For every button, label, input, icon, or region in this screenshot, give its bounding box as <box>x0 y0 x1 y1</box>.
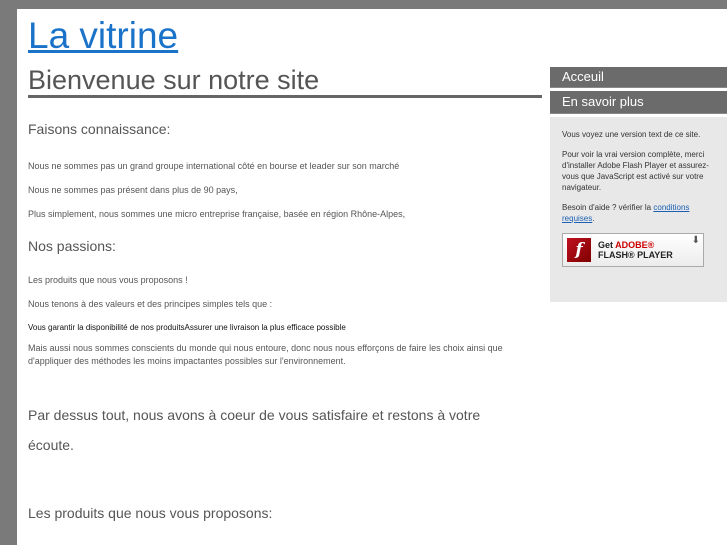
flash-player-text: FLASH® PLAYER <box>598 250 673 260</box>
help-prefix: Besoin d'aide ? vérifier la <box>562 203 652 212</box>
title-divider <box>28 95 542 98</box>
info-text-help: Besoin d'aide ? vérifier la conditions r… <box>562 202 717 224</box>
flash-adobe-text: ADOBE® <box>615 240 655 250</box>
paragraph-2: Nous ne sommes pas présent dans plus de … <box>28 185 238 195</box>
paragraph-1: Nous ne sommes pas un grand groupe inter… <box>28 161 400 171</box>
paragraph-7: Mais aussi nous sommes conscients du mon… <box>28 343 503 366</box>
help-suffix: . <box>592 214 595 223</box>
paragraph-6: Vous garantir la disponibilité de nos pr… <box>28 323 346 332</box>
nav-item-acceuil[interactable]: Acceuil <box>550 67 727 88</box>
sidebar: Acceuil En savoir plus Vous voyez une ve… <box>550 67 727 302</box>
main-content: Faisons connaissance: Nous ne sommes pas… <box>28 121 540 522</box>
heading-nos-passions: Nos passions: <box>28 238 116 254</box>
paragraph-5: Nous tenons à des valeurs et des princip… <box>28 299 273 309</box>
flash-logo-icon: f <box>567 238 591 262</box>
paragraph-3: Plus simplement, nous sommes une micro e… <box>28 209 406 219</box>
heading-faisons-connaissance: Faisons connaissance: <box>28 121 171 137</box>
page-title: Bienvenue sur notre site <box>28 65 320 95</box>
get-flash-player-button[interactable]: f Get ADOBE® FLASH® PLAYER ⬇ <box>562 233 704 267</box>
paragraph-4: Les produits que nous vous proposons ! <box>28 275 188 285</box>
flash-info-box: Vous voyez une version text de ce site. … <box>550 117 727 302</box>
paragraph-9: Les produits que nous vous proposons: <box>28 505 273 521</box>
flash-badge-label: Get ADOBE® FLASH® PLAYER <box>598 240 673 260</box>
download-arrow-icon: ⬇ <box>691 235 700 246</box>
flash-get-text: Get <box>598 240 616 250</box>
paragraph-8-line-1: Par dessus tout, nous avons à coeur de v… <box>28 407 481 423</box>
paragraph-8-line-2: écoute. <box>28 437 74 453</box>
page-container: La vitrine Bienvenue sur notre site Fais… <box>17 9 727 545</box>
info-text-install: Pour voir la vrai version complète, merc… <box>562 150 709 192</box>
nav-item-en-savoir-plus[interactable]: En savoir plus <box>550 91 727 114</box>
info-text-version: Vous voyez une version text de ce site. <box>562 130 701 139</box>
site-title-link[interactable]: La vitrine <box>28 13 178 59</box>
